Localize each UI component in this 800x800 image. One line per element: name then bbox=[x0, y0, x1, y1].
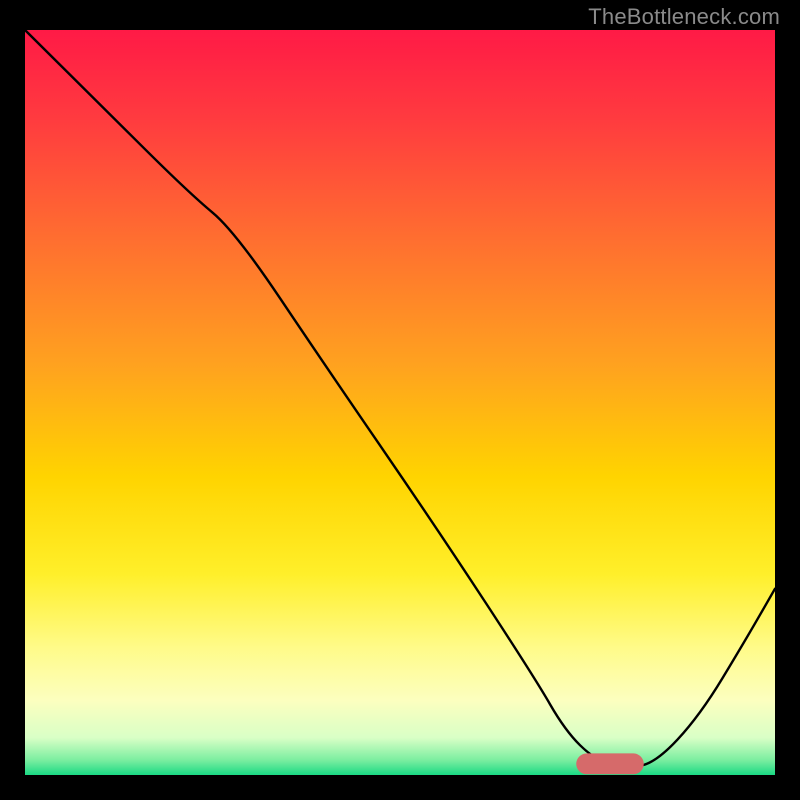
watermark-text: TheBottleneck.com bbox=[588, 4, 780, 30]
bottleneck-chart bbox=[25, 30, 775, 775]
chart-plot-area bbox=[25, 30, 775, 775]
optimal-range-marker bbox=[576, 753, 644, 774]
chart-frame: TheBottleneck.com bbox=[0, 0, 800, 800]
